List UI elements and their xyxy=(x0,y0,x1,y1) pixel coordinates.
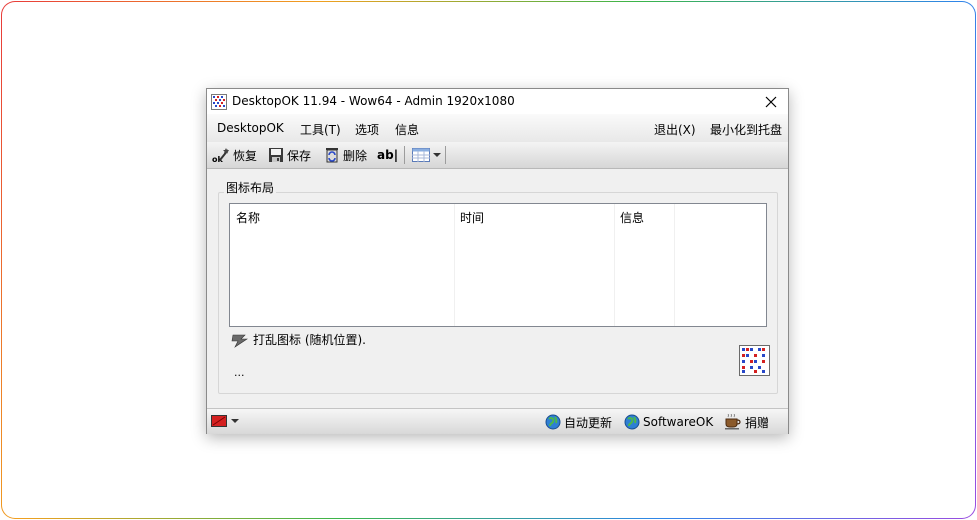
column-name[interactable]: 名称 xyxy=(230,204,455,326)
icon-layout-group-label: 图标布局 xyxy=(224,179,277,196)
window-title: DesktopOK 11.94 - Wow64 - Admin 1920x108… xyxy=(232,94,515,108)
toolbar: ok 恢复 保存 删除 ab| xyxy=(207,142,788,169)
delete-label: 删除 xyxy=(343,148,368,163)
desktopok-window: DesktopOK 11.94 - Wow64 - Admin 1920x108… xyxy=(206,88,789,434)
menu-exit[interactable]: 退出(X) xyxy=(654,121,696,138)
globe-icon xyxy=(624,414,640,430)
column-header-name: 名称 xyxy=(236,211,261,225)
column-header-info: 信息 xyxy=(620,211,645,225)
chevron-down-icon xyxy=(231,419,239,423)
view-dropdown-button[interactable] xyxy=(412,146,444,164)
coffee-cup-icon xyxy=(725,414,741,430)
layout-list[interactable]: 名称 时间 信息 xyxy=(229,203,767,327)
column-header-time: 时间 xyxy=(460,211,485,225)
color-menu-button[interactable] xyxy=(211,415,240,427)
softwareok-label: SoftwareOK xyxy=(643,415,714,429)
chevron-down-icon xyxy=(433,153,441,157)
column-time[interactable]: 时间 xyxy=(454,204,615,326)
donate-link[interactable]: 捐赠 xyxy=(724,413,769,431)
status-ellipsis: ... xyxy=(234,366,245,379)
rename-button[interactable]: ab| xyxy=(377,146,398,164)
grid-view-icon xyxy=(412,148,430,162)
softwareok-link[interactable]: SoftwareOK xyxy=(624,413,713,431)
globe-icon xyxy=(545,414,561,430)
menu-tools[interactable]: 工具(T) xyxy=(300,121,341,138)
title-bar[interactable]: DesktopOK 11.94 - Wow64 - Admin 1920x108… xyxy=(207,89,788,114)
menu-desktopok[interactable]: DesktopOK xyxy=(217,121,284,135)
menu-info[interactable]: 信息 xyxy=(395,121,419,138)
auto-update-label: 自动更新 xyxy=(564,415,613,430)
donate-label: 捐赠 xyxy=(745,415,770,430)
save-label: 保存 xyxy=(287,148,312,163)
auto-update-link[interactable]: 自动更新 xyxy=(545,413,612,431)
menu-minimize-to-tray[interactable]: 最小化到托盘 xyxy=(710,121,782,138)
close-icon xyxy=(765,96,777,107)
restore-label: 恢复 xyxy=(233,148,258,163)
restore-button[interactable]: ok 恢复 xyxy=(212,146,257,164)
toolbar-separator xyxy=(404,146,405,164)
delete-button[interactable]: 删除 xyxy=(324,146,367,164)
shuffle-icons-text: 打乱图标 (随机位置). xyxy=(253,333,366,347)
column-info[interactable]: 信息 xyxy=(614,204,675,326)
shuffle-lightning-icon xyxy=(231,334,248,348)
rename-label: ab| xyxy=(377,148,399,162)
app-logo-icon xyxy=(211,94,227,110)
menu-options[interactable]: 选项 xyxy=(355,121,379,138)
menu-bar: DesktopOK 工具(T) 选项 信息 退出(X) 最小化到托盘 xyxy=(207,114,788,142)
color-swatch-icon xyxy=(211,415,227,427)
toolbar-separator xyxy=(445,146,446,164)
column-empty xyxy=(674,204,766,326)
save-button[interactable]: 保存 xyxy=(268,146,311,164)
close-button[interactable] xyxy=(754,89,788,114)
delete-recycle-icon xyxy=(326,148,338,163)
desktopok-logo-icon xyxy=(739,345,770,376)
save-disk-icon xyxy=(269,148,283,162)
shuffle-icons-link[interactable]: 打乱图标 (随机位置). xyxy=(231,331,366,348)
status-bar: 自动更新 SoftwareOK 捐赠 xyxy=(207,408,788,434)
restore-wand-icon: ok xyxy=(212,148,229,163)
